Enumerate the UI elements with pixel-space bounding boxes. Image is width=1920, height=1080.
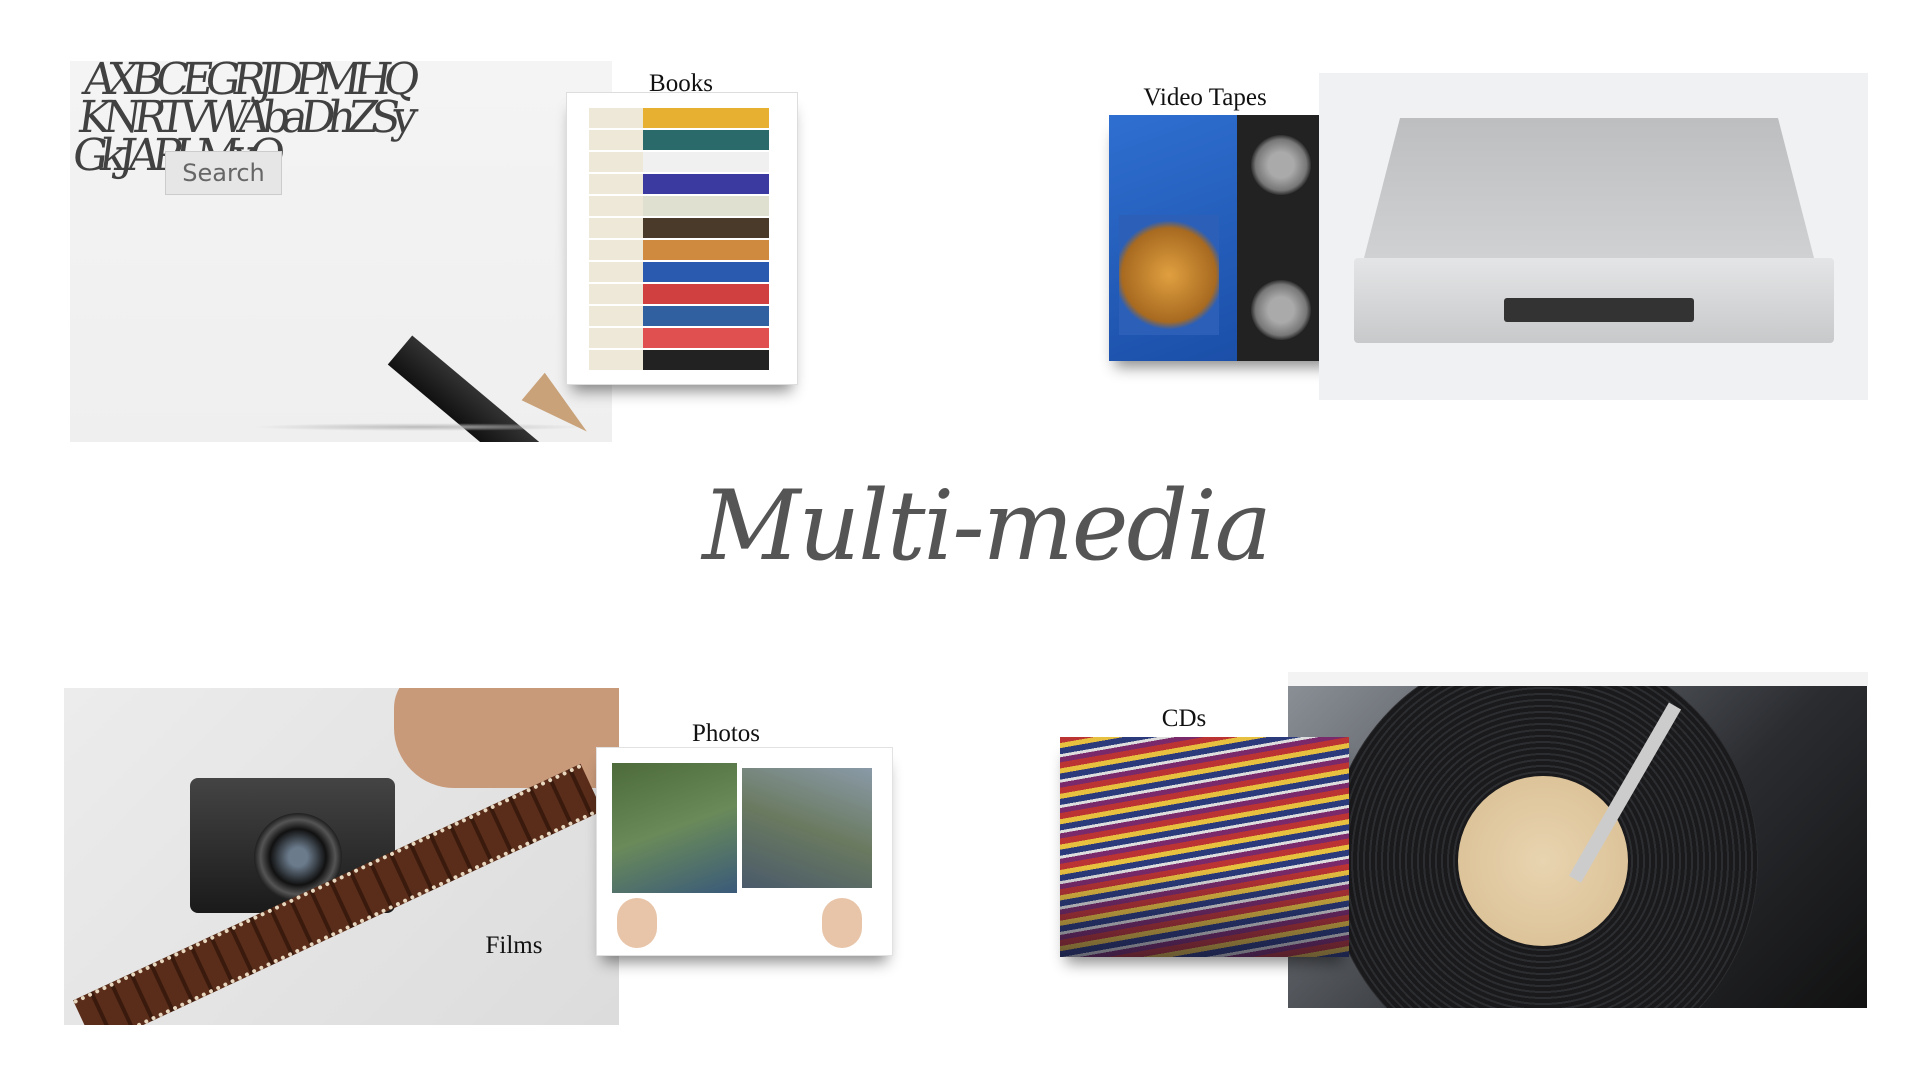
hand-graphic: [822, 898, 862, 948]
films-label: Films: [485, 932, 543, 959]
search-box-graphic: Search: [165, 151, 282, 195]
tape-reel: [1251, 280, 1311, 340]
album-page-right: [742, 768, 872, 888]
pencil-letters-image: AXBCEGRJDPMHQKNRTVWAbaDhZSyGkJAPLMxQ Sea…: [70, 61, 612, 442]
book-spine: [589, 174, 769, 194]
album-page-left: [612, 763, 737, 893]
vcr-front: [1354, 258, 1834, 343]
hand-graphic: [617, 898, 657, 948]
camera-film-image: [64, 688, 619, 1025]
cd-shadow: [1060, 867, 1349, 957]
books-stack-image: [566, 92, 798, 385]
book-spine: [589, 328, 769, 348]
book-spine: [589, 350, 769, 370]
book-spine: [589, 130, 769, 150]
turntable-top-band: [1288, 672, 1868, 686]
book-spine: [589, 196, 769, 216]
book-spine: [589, 284, 769, 304]
book-spine: [589, 108, 769, 128]
photos-label: Photos: [691, 720, 761, 747]
video-tapes-label: Video Tapes: [1143, 84, 1267, 111]
lion-king-art: [1119, 215, 1219, 335]
tape-sleeve: [1109, 115, 1237, 361]
book-spine: [589, 240, 769, 260]
book-spine: [589, 306, 769, 326]
vcr-top: [1364, 118, 1814, 258]
photo-album-image: [596, 747, 893, 956]
book-spine: [589, 262, 769, 282]
book-spine: [589, 218, 769, 238]
vcr-player-image: [1319, 73, 1868, 400]
pencil-shadow: [250, 423, 590, 431]
page-title: Multi-media: [702, 470, 1272, 582]
book-spine: [589, 152, 769, 172]
turntable-image: [1288, 686, 1867, 1008]
record-label: [1458, 776, 1628, 946]
cds-label: CDs: [1161, 705, 1207, 732]
vcr-slot: [1504, 298, 1694, 322]
tape-reel: [1251, 135, 1311, 195]
video-tape-image: [1109, 115, 1339, 361]
cd-collection-image: [1060, 737, 1349, 957]
